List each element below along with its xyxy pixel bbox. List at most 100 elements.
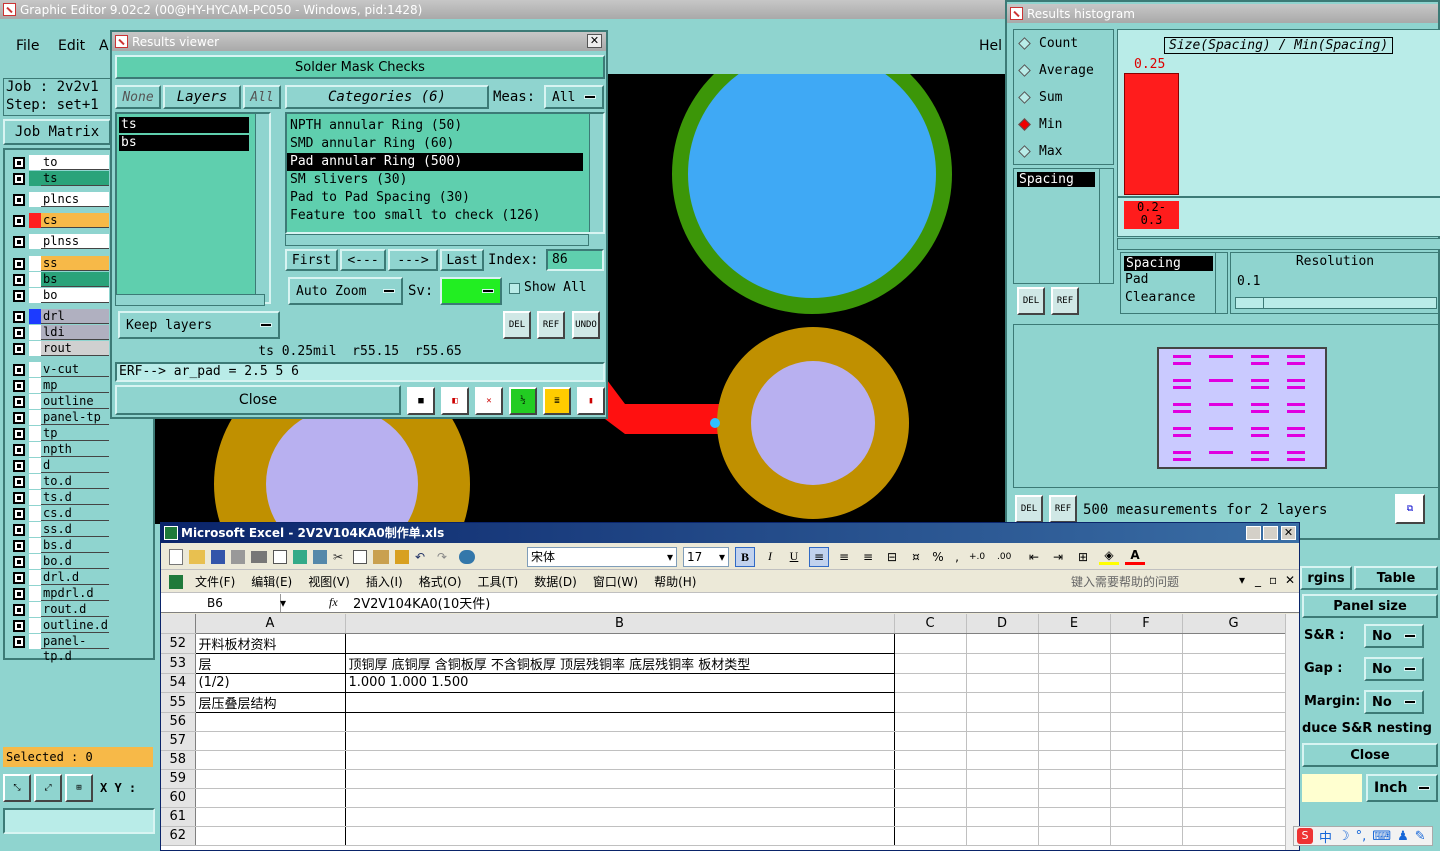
layer-name[interactable]: bs	[41, 272, 109, 287]
layer-name[interactable]: npth	[41, 442, 109, 457]
cell[interactable]	[1110, 826, 1183, 846]
panel-close-button[interactable]: Close	[1302, 743, 1438, 767]
erf-icon[interactable]: ✕	[475, 387, 503, 415]
layer-color-swatch[interactable]	[29, 474, 41, 489]
layer-result-list[interactable]: ts bs	[115, 112, 271, 304]
resolution-slider[interactable]	[1235, 297, 1437, 309]
bottom-ref-icon[interactable]: REF	[1049, 495, 1077, 523]
layer-row[interactable]: bs	[13, 272, 109, 287]
cell[interactable]	[1182, 692, 1285, 713]
excel-menu-item[interactable]: 文件(F)	[195, 573, 235, 590]
punct-icon[interactable]: °,	[1356, 829, 1367, 844]
cell-a[interactable]	[195, 731, 346, 751]
cell[interactable]	[966, 712, 1039, 732]
layer-color-swatch[interactable]	[29, 490, 41, 505]
cell[interactable]	[894, 653, 967, 674]
help-dropdown-icon[interactable]: ▾	[1239, 573, 1245, 587]
layer-checkbox[interactable]	[13, 587, 25, 600]
cell[interactable]	[894, 673, 967, 693]
decrease-indent-icon[interactable]: ⇤	[1025, 550, 1043, 564]
layer-color-swatch[interactable]	[29, 272, 41, 287]
layer-color-swatch[interactable]	[29, 325, 41, 340]
cell-a[interactable]	[195, 788, 346, 808]
histogram-hscroll[interactable]	[1117, 238, 1440, 250]
cell[interactable]	[894, 769, 967, 789]
cell[interactable]	[1110, 788, 1183, 808]
row-header[interactable]: 53	[161, 653, 196, 674]
sr-dropdown[interactable]: No	[1364, 624, 1424, 648]
layer-checkbox[interactable]	[13, 257, 25, 270]
show-all-checkbox[interactable]	[509, 283, 520, 294]
layer-row[interactable]: ldi	[13, 325, 109, 340]
viewer-close-button[interactable]: Close	[115, 385, 401, 415]
panel-size-button[interactable]: Panel size	[1302, 594, 1438, 618]
unit-dropdown[interactable]: Inch	[1366, 774, 1438, 802]
zoom-fit-icon[interactable]: ⤡	[3, 774, 31, 802]
layer-name[interactable]: mpdrl.d	[41, 586, 109, 601]
percent-icon[interactable]: %	[931, 550, 945, 564]
cell[interactable]	[894, 712, 967, 732]
layer-name[interactable]: bs.d	[41, 538, 109, 553]
cell[interactable]	[966, 653, 1039, 674]
keyboard-icon[interactable]: ⌨	[1372, 829, 1391, 844]
cell[interactable]	[1110, 750, 1183, 770]
mid-clearance[interactable]: Clearance	[1121, 289, 1227, 307]
cell-table[interactable]: ABCDEFG 52 开料板材资料 53 层顶铜厚 底铜厚 含铜板厚 不含铜板厚 顶层…	[161, 614, 1285, 846]
layer-checkbox[interactable]	[13, 459, 25, 472]
layer-checkbox[interactable]	[13, 273, 25, 286]
layer-color-swatch[interactable]	[29, 426, 41, 441]
layer-checkbox[interactable]	[13, 235, 25, 248]
layer-row[interactable]: bo.d	[13, 554, 109, 569]
layer-row[interactable]: panel-tp	[13, 410, 109, 425]
category-list-scrollbar[interactable]	[589, 114, 603, 232]
cell[interactable]	[1110, 807, 1183, 827]
layer-row[interactable]: plncs	[13, 192, 109, 207]
column-header[interactable]: G	[1182, 614, 1285, 634]
layer-color-swatch[interactable]	[29, 155, 41, 170]
layer-checkbox[interactable]	[13, 635, 25, 648]
cell[interactable]	[894, 692, 967, 713]
row-header[interactable]: 62	[161, 826, 196, 846]
doc-restore-icon[interactable]: ▫	[1269, 573, 1277, 587]
categories-button[interactable]: Categories (6)	[285, 85, 489, 109]
paste-icon[interactable]	[373, 549, 389, 564]
margins-button[interactable]: rgins	[1300, 566, 1352, 590]
cell[interactable]	[1182, 653, 1285, 674]
layer-checkbox[interactable]	[13, 193, 25, 206]
sheet-grid[interactable]: ABCDEFG 52 开料板材资料 53 层顶铜厚 底铜厚 含铜板厚 不含铜板厚 顶层…	[161, 614, 1285, 850]
cell[interactable]	[966, 826, 1039, 846]
layer-row[interactable]: mpdrl.d	[13, 586, 109, 601]
del-icon[interactable]: DEL	[503, 311, 531, 339]
decrease-decimal-icon[interactable]: .00	[997, 552, 1019, 562]
cell-a[interactable]	[195, 712, 346, 732]
layer-row[interactable]: mp	[13, 378, 109, 393]
gap-dropdown[interactable]: No	[1364, 657, 1424, 681]
layer-color-swatch[interactable]	[29, 362, 41, 377]
category-hscroll[interactable]	[285, 234, 589, 246]
layer-row[interactable]: outline.d	[13, 618, 109, 633]
category-list[interactable]: NPTH annular Ring (50) SMD annular Ring (…	[285, 112, 605, 234]
layer-checkbox[interactable]	[13, 475, 25, 488]
row-header[interactable]: 61	[161, 807, 196, 827]
layer-name[interactable]: cs	[41, 213, 109, 228]
layer-color-swatch[interactable]	[29, 394, 41, 409]
spelling-icon[interactable]	[293, 549, 307, 564]
cell[interactable]	[966, 788, 1039, 808]
exit-icon[interactable]: ◧	[441, 387, 469, 415]
layer-checkbox[interactable]	[13, 379, 25, 392]
layer-color-swatch[interactable]	[29, 570, 41, 585]
sogou-icon[interactable]: S	[1297, 828, 1313, 844]
close-icon[interactable]: ✕	[1281, 526, 1296, 540]
cell[interactable]	[1182, 807, 1285, 827]
excel-menu-item[interactable]: 工具(T)	[478, 573, 519, 590]
excel-menu-item[interactable]: 窗口(W)	[593, 573, 638, 590]
layer-row[interactable]: v-cut	[13, 362, 109, 377]
sv-dropdown[interactable]	[440, 277, 502, 305]
meas-dropdown[interactable]: All	[544, 85, 604, 109]
hyperlink-icon[interactable]	[459, 549, 475, 564]
redo-icon[interactable]: ↷	[437, 550, 453, 564]
layer-name[interactable]: mp	[41, 378, 109, 393]
layer-row[interactable]: ss	[13, 256, 109, 271]
cell[interactable]	[894, 750, 967, 770]
layer-row[interactable]: drl.d	[13, 570, 109, 585]
